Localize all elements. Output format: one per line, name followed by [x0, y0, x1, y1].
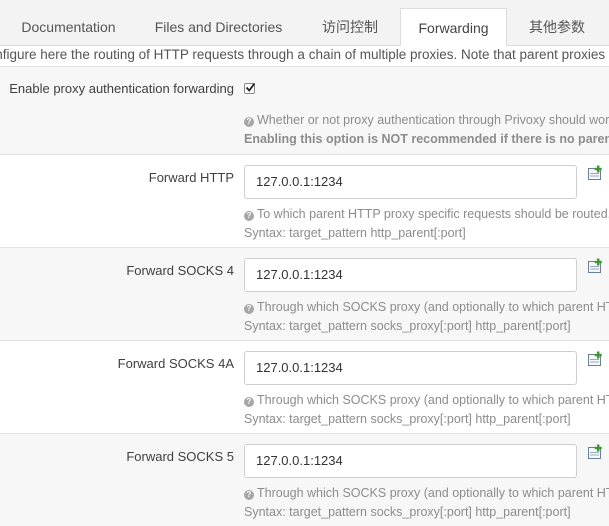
forward-http-label: Forward HTTP — [148, 170, 234, 185]
auth-forwarding-warning: Enabling this option is NOT recommended … — [244, 130, 609, 149]
help-text: Through which SOCKS proxy (and optionall… — [257, 300, 609, 314]
forward-socks5-help: ? Through which SOCKS proxy (and optional… — [244, 484, 609, 503]
forward-socks4-label: Forward SOCKS 4 — [126, 263, 234, 278]
forward-socks4a-label: Forward SOCKS 4A — [117, 356, 234, 371]
forward-http-row: Forward HTTP 127.0.0.1:1234 ? To which pa… — [0, 154, 609, 247]
checkmark-icon — [245, 82, 256, 92]
forward-socks5-syntax: Syntax: target_pattern socks_proxy[:port… — [244, 505, 571, 519]
forward-socks4a-input[interactable]: 127.0.0.1:1234 — [244, 351, 577, 385]
forward-http-syntax: Syntax: target_pattern http_parent[:port… — [244, 226, 466, 240]
forward-socks4a-help: ? Through which SOCKS proxy (and optional… — [244, 391, 609, 410]
add-entry-icon[interactable] — [587, 165, 603, 181]
help-text: Through which SOCKS proxy (and optionall… — [257, 486, 609, 500]
tab-label: 访问控制 — [322, 19, 378, 35]
forward-socks5-label: Forward SOCKS 5 — [126, 449, 234, 464]
tab-label: Forwarding — [418, 20, 489, 36]
forward-socks4a-row: Forward SOCKS 4A 127.0.0.1:1234 ? Through… — [0, 340, 609, 433]
auth-forwarding-label: Enable proxy authentication forwarding — [9, 81, 234, 96]
forward-socks5-input[interactable]: 127.0.0.1:1234 — [244, 444, 577, 478]
tab-label: 其他参数 — [529, 19, 585, 35]
auth-forwarding-checkbox[interactable] — [244, 82, 256, 94]
help-text: Through which SOCKS proxy (and optionall… — [257, 393, 609, 407]
question-circle-icon: ? — [244, 211, 254, 221]
warning-text: Enabling this option is NOT recommended … — [244, 132, 609, 146]
auth-forwarding-row: Enable proxy authentication forwarding ?… — [0, 66, 609, 154]
forwarding-settings-page: Documentation Files and Directories 访问控制… — [0, 0, 609, 526]
help-text: Whether or not proxy authentication thro… — [257, 113, 609, 127]
forward-socks4-input[interactable]: 127.0.0.1:1234 — [244, 258, 577, 292]
forward-socks4-help: ? Through which SOCKS proxy (and optional… — [244, 298, 609, 317]
forward-socks4a-syntax: Syntax: target_pattern socks_proxy[:port… — [244, 412, 571, 426]
tab-documentation[interactable]: Documentation — [0, 8, 137, 46]
forward-http-input[interactable]: 127.0.0.1:1234 — [244, 165, 577, 199]
question-circle-icon: ? — [244, 397, 254, 407]
help-text: To which parent HTTP proxy specific requ… — [257, 207, 609, 221]
tab-files-and-directories[interactable]: Files and Directories — [137, 8, 300, 46]
question-circle-icon: ? — [244, 117, 254, 127]
auth-forwarding-help: ? Whether or not proxy authentication thr… — [244, 111, 609, 130]
add-entry-icon[interactable] — [587, 258, 603, 274]
add-entry-icon[interactable] — [587, 444, 603, 460]
question-circle-icon: ? — [244, 490, 254, 500]
forward-socks4-row: Forward SOCKS 4 127.0.0.1:1234 ? Through … — [0, 247, 609, 340]
tab-forwarding[interactable]: Forwarding — [400, 8, 507, 46]
add-entry-icon[interactable] — [587, 351, 603, 367]
section-description: Configure here the routing of HTTP reque… — [0, 47, 609, 62]
forward-http-help: ? To which parent HTTP proxy specific req… — [244, 205, 609, 224]
forward-socks5-row: Forward SOCKS 5 127.0.0.1:1234 ? Through … — [0, 433, 609, 526]
question-circle-icon: ? — [244, 304, 254, 314]
tab-label: Files and Directories — [154, 19, 283, 35]
tab-bar: Documentation Files and Directories 访问控制… — [0, 0, 609, 46]
tab-other-parameters[interactable]: 其他参数 — [507, 8, 607, 46]
tab-access-control[interactable]: 访问控制 — [300, 8, 400, 46]
forward-socks4-syntax: Syntax: target_pattern socks_proxy[:port… — [244, 319, 571, 333]
tab-label: Documentation — [21, 19, 116, 35]
